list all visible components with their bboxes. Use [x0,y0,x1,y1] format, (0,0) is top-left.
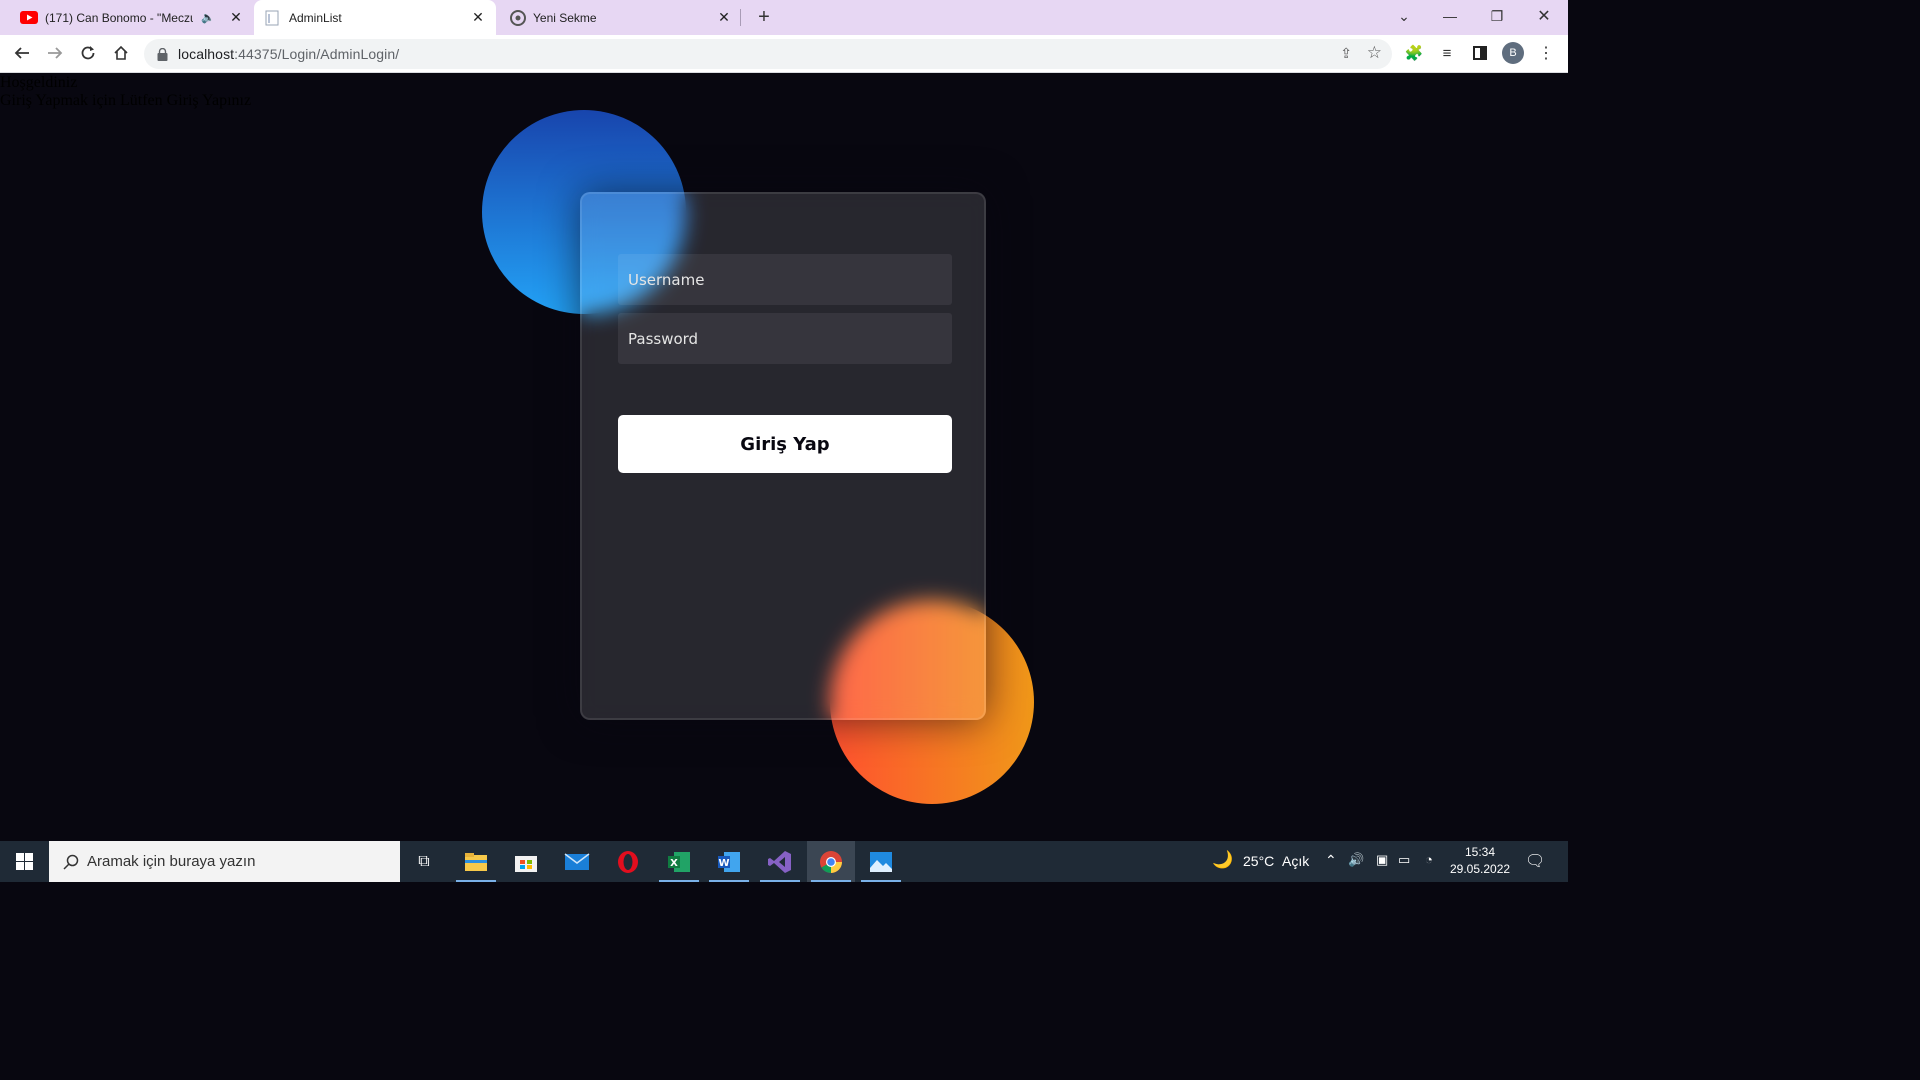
wifi-icon[interactable]: ◔ [1425,852,1433,867]
opera-app[interactable] [604,841,652,882]
mail-app[interactable] [553,841,601,882]
forward-button[interactable] [41,39,69,67]
url-path: :44375/Login/AdminLogin/ [234,46,400,62]
weather-condition[interactable]: Açık [1282,853,1309,869]
new-tab-button[interactable]: + [752,4,776,30]
welcome-text: Hoşgeldiniz [0,74,78,91]
tab-label: (171) Can Bonomo - "Meczup [45,10,193,25]
kebab-menu-icon: ⋮ [1538,45,1554,62]
browser-toolbar: localhost:44375/Login/AdminLogin/ ⇪ ☆ 🧩 … [0,35,1568,73]
battery-icon[interactable]: ▭ [1398,852,1410,868]
extensions-button[interactable]: 🧩 [1400,39,1428,67]
opera-icon [618,850,638,873]
clock-date: 29.05.2022 [1450,862,1511,876]
chrome-icon [820,850,842,873]
side-panel-button[interactable] [1466,39,1494,67]
excel-icon: X [668,851,690,872]
tab-new[interactable]: Yeni Sekme ✕ [498,0,740,35]
weather-temperature[interactable]: 25°C [1243,853,1274,869]
back-button[interactable] [8,39,36,67]
mail-icon [564,852,590,870]
tab-strip: (171) Can Bonomo - "Meczup 🔈 ✕ AdminList… [0,0,1568,35]
file-explorer-app[interactable] [452,841,500,882]
playlist-icon: ≡ [1442,44,1452,62]
home-button[interactable] [107,39,135,67]
store-icon [515,855,537,872]
windows-logo-icon [16,853,33,870]
forward-arrow-icon [48,47,63,59]
lock-icon [157,48,168,61]
tab-label: AdminList [289,10,342,25]
instruction-text: Giriş Yapmak için Lütfen Giriş Yapınız [0,92,252,109]
svg-text:X: X [670,858,678,869]
page-icon [265,10,279,25]
login-button[interactable]: Giriş Yap [618,415,952,473]
bookmark-star-icon[interactable]: ☆ [1367,43,1382,63]
meet-now-icon[interactable]: ▣ [1376,852,1388,868]
tab-separator [740,9,741,26]
show-hidden-icons-chevron-icon[interactable]: ⌃ [1325,852,1337,869]
chrome-icon [510,9,526,26]
youtube-icon [20,11,38,24]
folder-icon [465,852,487,871]
menu-button[interactable]: ⋮ [1532,39,1560,67]
close-icon[interactable]: ✕ [228,9,244,25]
username-input[interactable] [618,254,952,305]
tab-youtube[interactable]: (171) Can Bonomo - "Meczup 🔈 ✕ [8,0,252,35]
tab-label: Yeni Sekme [533,10,597,25]
share-icon[interactable]: ⇪ [1340,45,1352,62]
tab-search-chevron-icon[interactable]: ⌄ [1381,0,1427,32]
puzzle-icon: 🧩 [1404,45,1424,62]
page-content: Hoşgeldiniz Giriş Yapmak için Lütfen Gir… [0,73,1568,841]
chrome-app[interactable] [807,841,855,882]
search-placeholder: Aramak için buraya yazın [87,853,256,870]
profile-avatar[interactable]: B [1502,42,1524,64]
notification-center-icon[interactable]: 🗨 [1525,851,1545,871]
reload-button[interactable] [74,39,102,67]
task-view-icon: ⧉ [418,852,430,870]
svg-text:W: W [718,858,729,869]
url-host: localhost [178,46,235,62]
address-bar[interactable]: localhost:44375/Login/AdminLogin/ ⇪ ☆ [144,39,1392,69]
search-icon [63,854,79,870]
photos-app[interactable] [857,841,905,882]
back-arrow-icon [14,47,29,59]
taskbar: Aramak için buraya yazın ⧉ X W 🌙 25°C Aç… [0,841,1568,882]
word-icon: W [718,851,740,872]
speaker-icon[interactable]: 🔈 [201,11,215,24]
photos-icon [870,851,892,872]
close-window-button[interactable]: ✕ [1521,0,1567,32]
clock-time: 15:34 [1464,845,1496,859]
media-control-button[interactable]: ≡ [1433,39,1461,67]
word-app[interactable]: W [705,841,753,882]
close-icon[interactable]: ✕ [716,9,732,25]
visual-studio-icon [768,850,791,873]
reload-icon [81,46,95,60]
visual-studio-app[interactable] [756,841,804,882]
restore-button[interactable]: ❐ [1474,0,1520,32]
password-input[interactable] [618,313,952,364]
login-form: Giriş Yap [580,192,986,720]
weather-moon-icon[interactable]: 🌙 [1212,850,1233,870]
start-button[interactable] [0,841,49,882]
clock[interactable]: 15:34 29.05.2022 [1450,844,1510,878]
volume-icon[interactable]: 🔊 [1348,852,1364,868]
taskbar-search-box[interactable]: Aramak için buraya yazın [49,841,400,882]
excel-app[interactable]: X [655,841,703,882]
home-icon [114,45,128,60]
side-panel-icon [1473,46,1487,60]
minimize-button[interactable]: — [1427,0,1473,32]
close-icon[interactable]: ✕ [470,9,486,25]
microsoft-store-app[interactable] [502,841,550,882]
tab-adminlist[interactable]: AdminList ✕ [254,0,496,35]
url-text[interactable]: localhost:44375/Login/AdminLogin/ [178,46,399,62]
task-view-button[interactable]: ⧉ [400,841,448,882]
